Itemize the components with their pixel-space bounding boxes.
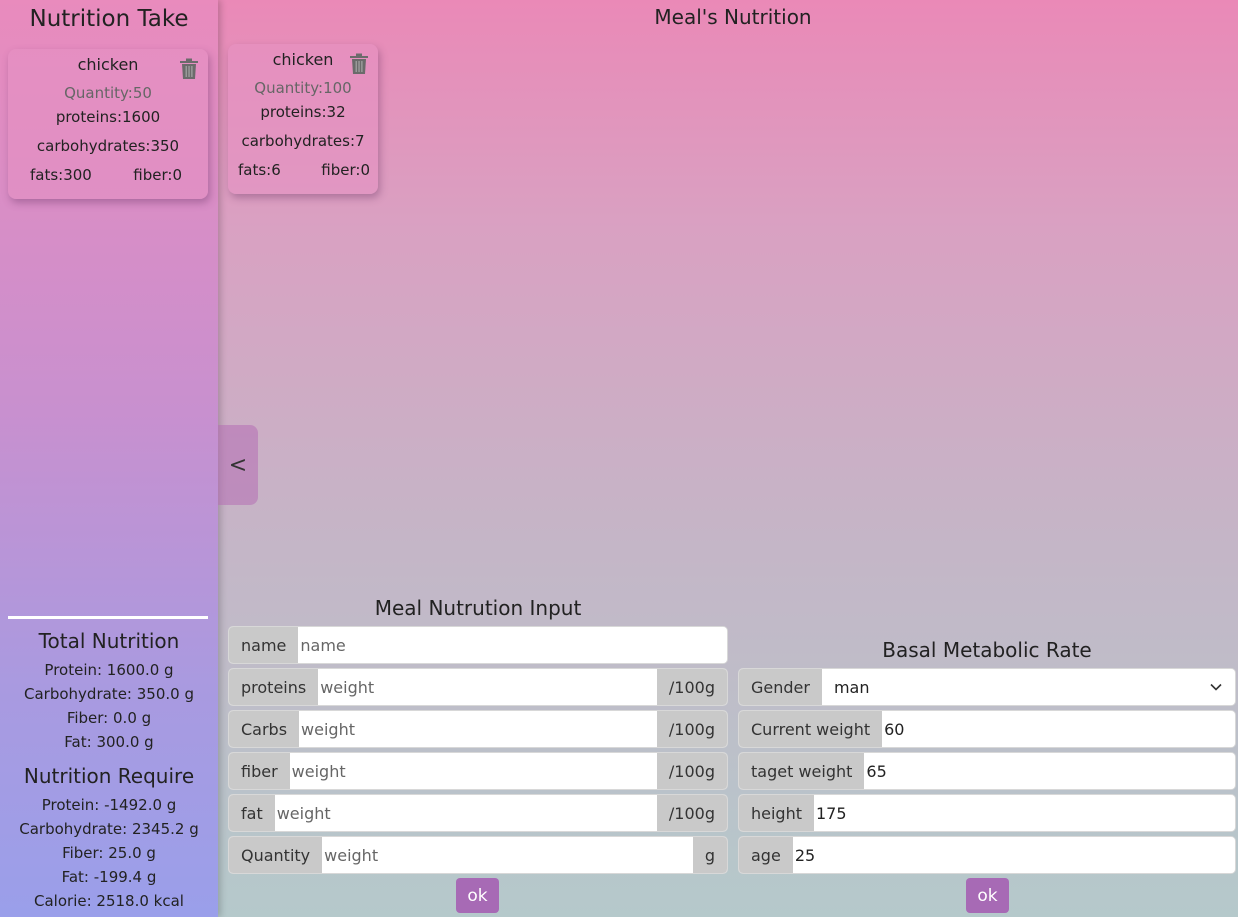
sidebar-title: Nutrition Take: [29, 6, 189, 32]
meal-input-title: Meal Nutrution Input: [374, 596, 582, 620]
gender-label: Gender: [739, 669, 822, 705]
fat-input[interactable]: [274, 795, 657, 831]
fiber-input-group: fiber /100g: [228, 752, 728, 790]
food-fiber: fiber:0: [133, 166, 182, 184]
fiber-input[interactable]: [289, 753, 657, 789]
nutrition-require-title: Nutrition Require: [23, 764, 195, 788]
proteins-input[interactable]: [318, 669, 657, 705]
food-name: chicken: [77, 55, 139, 74]
trash-icon[interactable]: [179, 58, 199, 80]
proteins-label: proteins: [229, 669, 319, 705]
name-label: name: [229, 627, 299, 663]
sidebar-divider: [8, 616, 208, 619]
target-weight-input[interactable]: [864, 753, 1235, 789]
carbs-input-group: Carbs /100g: [228, 710, 728, 748]
bmr-title: Basal Metabolic Rate: [882, 638, 1092, 662]
total-fat: Fat: 300.0 g: [64, 733, 154, 751]
current-weight-input-group: Current weight: [738, 710, 1236, 748]
fiber-unit: /100g: [656, 753, 727, 789]
current-weight-label: Current weight: [739, 711, 883, 747]
meal-nutrition-title: Meal's Nutrition: [654, 5, 812, 29]
food-fiber: fiber:0: [321, 161, 370, 179]
require-calorie: Calorie: 2518.0 kcal: [34, 892, 184, 910]
height-input-group: height: [738, 794, 1236, 832]
require-protein: Protein: -1492.0 g: [41, 796, 177, 814]
carbs-label: Carbs: [229, 711, 300, 747]
meal-ok-button[interactable]: ok: [456, 878, 499, 913]
bmr-ok-button[interactable]: ok: [966, 878, 1009, 913]
target-weight-input-group: taget weight: [738, 752, 1236, 790]
total-protein: Protein: 1600.0 g: [44, 661, 174, 679]
food-carbohydrates: carbohydrates:7: [241, 132, 365, 150]
target-weight-label: taget weight: [739, 753, 865, 789]
age-label: age: [739, 837, 793, 873]
quantity-input[interactable]: [322, 837, 693, 873]
sidebar-food-card: chicken Quantity:50 proteins:1600 carboh…: [8, 49, 208, 199]
quantity-label: Quantity: [229, 837, 323, 873]
trash-icon[interactable]: [349, 53, 369, 75]
require-carbohydrate: Carbohydrate: 2345.2 g: [19, 820, 199, 838]
food-carbohydrates: carbohydrates:350: [36, 137, 180, 155]
proteins-unit: /100g: [656, 669, 727, 705]
require-fat: Fat: -199.4 g: [61, 868, 157, 886]
carbs-input[interactable]: [299, 711, 657, 747]
gender-input-group: Gender man: [738, 668, 1236, 706]
food-fats: fats:6: [238, 161, 281, 179]
height-label: height: [739, 795, 814, 831]
sidebar-collapse-button[interactable]: <: [218, 425, 258, 505]
name-input[interactable]: [298, 627, 727, 663]
name-input-group: name: [228, 626, 728, 664]
sidebar: Nutrition Take chicken Quantity:50 prote…: [0, 0, 218, 917]
total-nutrition-title: Total Nutrition: [38, 629, 180, 653]
proteins-input-group: proteins /100g: [228, 668, 728, 706]
food-quantity: Quantity:100: [254, 79, 352, 97]
current-weight-input[interactable]: [882, 711, 1235, 747]
fat-unit: /100g: [656, 795, 727, 831]
total-fiber: Fiber: 0.0 g: [66, 709, 152, 727]
food-proteins: proteins:32: [260, 103, 346, 121]
age-input[interactable]: [792, 837, 1235, 873]
fat-input-group: fat /100g: [228, 794, 728, 832]
food-proteins: proteins:1600: [55, 108, 161, 126]
carbs-unit: /100g: [656, 711, 727, 747]
gender-select[interactable]: man: [821, 669, 1235, 705]
food-fats: fats:300: [30, 166, 92, 184]
age-input-group: age: [738, 836, 1236, 874]
quantity-unit: g: [692, 837, 727, 873]
height-input[interactable]: [814, 795, 1235, 831]
quantity-input-group: Quantity g: [228, 836, 728, 874]
fiber-label: fiber: [229, 753, 290, 789]
total-carbohydrate: Carbohydrate: 350.0 g: [24, 685, 194, 703]
meal-food-card: chicken Quantity:100 proteins:32 carbohy…: [228, 44, 378, 194]
food-quantity: Quantity:50: [64, 84, 152, 102]
require-fiber: Fiber: 25.0 g: [62, 844, 156, 862]
fat-label: fat: [229, 795, 275, 831]
